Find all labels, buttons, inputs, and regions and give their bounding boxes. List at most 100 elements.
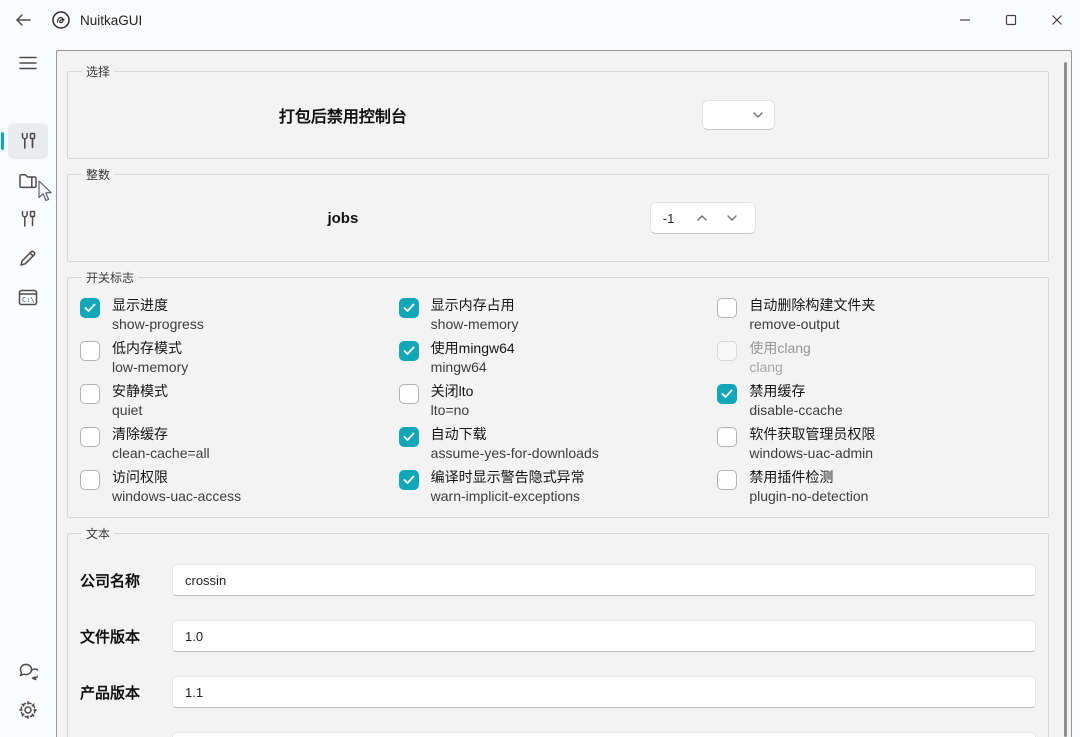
main-panel: 选择 打包后禁用控制台 整数 jobs -1 开关标志 显示进度 show-pr…: [56, 50, 1072, 737]
integer-row: jobs -1: [80, 187, 1036, 249]
flag-plugin-no-detection[interactable]: 禁用插件检测 plugin-no-detection: [717, 468, 1036, 505]
sidebar-item-edit[interactable]: [8, 240, 48, 276]
file-description-input[interactable]: 羊了个羊: [172, 732, 1036, 737]
flag-remove-output[interactable]: 自动删除构建文件夹 remove-output: [717, 296, 1036, 333]
checkbox[interactable]: [398, 427, 419, 447]
titlebar: NuitkaGUI: [0, 0, 1080, 40]
product-version-input[interactable]: 1.1: [172, 676, 1036, 708]
flag-lto-no[interactable]: 关闭lto lto=no: [398, 382, 718, 419]
flag-label-en: lto=no: [430, 402, 470, 418]
sidebar-item-advanced-options[interactable]: [8, 201, 48, 237]
section-text-legend: 文本: [86, 527, 111, 541]
checkbox[interactable]: [80, 470, 100, 490]
hamburger-menu-button[interactable]: [8, 45, 48, 81]
flag-label-zh: 安静模式: [112, 383, 168, 399]
flag-label-en: quiet: [112, 402, 143, 418]
file-version-input[interactable]: 1.0: [172, 620, 1036, 652]
section-integer: 整数 jobs -1: [67, 166, 1049, 262]
flag-show-memory[interactable]: 显示内存占用 show-memory: [398, 296, 718, 333]
minimize-button[interactable]: [942, 0, 988, 40]
product-version-label: 产品版本: [80, 684, 141, 702]
checkbox[interactable]: [398, 298, 419, 318]
checkbox[interactable]: [398, 384, 419, 404]
checkbox[interactable]: [80, 298, 100, 318]
flag-mingw64[interactable]: 使用mingw64 mingw64: [398, 339, 718, 376]
file-version-value: 1.0: [185, 628, 204, 644]
company-name-input[interactable]: crossin: [172, 564, 1036, 596]
flag-label-en: assume-yes-for-downloads: [430, 445, 599, 461]
section-flags-legend: 开关标志: [86, 271, 135, 285]
sidebar-item-settings[interactable]: [8, 692, 48, 728]
checkbox[interactable]: [717, 298, 738, 318]
sidebar-item-console[interactable]: C:\: [8, 279, 48, 315]
check-icon: [403, 475, 415, 484]
flag-warn-implicit-exceptions[interactable]: 编译时显示警告隐式异常 warn-implicit-exceptions: [398, 468, 718, 505]
jobs-spinbox[interactable]: -1: [649, 202, 756, 234]
spin-up-button[interactable]: [687, 214, 717, 222]
flag-show-progress[interactable]: 显示进度 show-progress: [80, 296, 399, 333]
flag-label-zh: 禁用缓存: [749, 383, 806, 399]
company-name-label: 公司名称: [80, 572, 141, 590]
flag-label-en: show-progress: [112, 316, 204, 332]
check-icon: [403, 432, 415, 441]
console-mode-dropdown[interactable]: [701, 100, 775, 130]
section-select: 选择 打包后禁用控制台: [67, 63, 1049, 159]
back-button[interactable]: [8, 5, 38, 35]
sidebar-item-home[interactable]: [8, 84, 48, 120]
flag-label-zh: 关闭lto: [430, 383, 474, 399]
flag-label-en: clang: [749, 359, 783, 375]
integer-row-label: jobs: [327, 209, 359, 227]
maximize-button[interactable]: [988, 0, 1034, 40]
flag-label-zh: 低内存模式: [112, 340, 182, 356]
flag-label-en: mingw64: [430, 359, 487, 375]
checkbox[interactable]: [398, 470, 419, 490]
text-row-file-description: 文件描述 羊了个羊: [80, 732, 1036, 737]
product-version-value: 1.1: [185, 684, 204, 700]
checkbox[interactable]: [80, 341, 100, 361]
chevron-up-icon: [697, 215, 707, 221]
checkbox: [717, 341, 738, 361]
flag-label-zh: 禁用插件检测: [749, 469, 834, 485]
close-button[interactable]: [1034, 0, 1080, 40]
flag-label-en: low-memory: [112, 359, 189, 375]
flag-clean-cache[interactable]: 清除缓存 clean-cache=all: [80, 425, 399, 462]
text-row-company: 公司名称 crossin: [80, 564, 1036, 596]
file-version-label: 文件版本: [80, 628, 141, 646]
checkbox[interactable]: [717, 384, 738, 404]
flag-assume-yes-for-downloads[interactable]: 自动下载 assume-yes-for-downloads: [398, 425, 718, 462]
flag-label-zh: 清除缓存: [112, 426, 168, 442]
text-row-file-version: 文件版本 1.0: [80, 620, 1036, 652]
flag-label-zh: 软件获取管理员权限: [749, 426, 876, 442]
flag-label-zh: 使用mingw64: [430, 340, 515, 356]
flag-clang: 使用clang clang: [717, 339, 1036, 376]
checkbox[interactable]: [398, 341, 419, 361]
section-flags: 开关标志 显示进度 show-progress 显示内存占用 show-memory…: [67, 269, 1049, 518]
vertical-scrollbar[interactable]: [1064, 62, 1067, 737]
flag-quiet[interactable]: 安静模式 quiet: [80, 382, 399, 419]
spin-down-button[interactable]: [717, 214, 747, 222]
checkbox[interactable]: [717, 427, 738, 447]
app-logo-icon: [50, 9, 72, 31]
flag-label-en: clean-cache=all: [112, 445, 210, 461]
svg-text:C:\: C:\: [22, 296, 35, 304]
select-row-label: 打包后禁用控制台: [278, 109, 407, 126]
checkbox[interactable]: [80, 384, 100, 404]
flag-windows-uac-admin[interactable]: 软件获取管理员权限 windows-uac-admin: [717, 425, 1036, 462]
jobs-value: -1: [662, 210, 675, 226]
app-title: NuitkaGUI: [80, 12, 143, 28]
flag-label-en: disable-ccache: [749, 402, 843, 418]
flag-windows-uac-access[interactable]: 访问权限 windows-uac-access: [80, 468, 399, 505]
flag-disable-ccache[interactable]: 禁用缓存 disable-ccache: [717, 382, 1036, 419]
flag-label-zh: 访问权限: [112, 469, 168, 485]
sidebar-item-feedback[interactable]: [8, 653, 48, 689]
flag-label-en: plugin-no-detection: [749, 488, 869, 504]
checkbox[interactable]: [717, 470, 738, 490]
text-row-product-version: 产品版本 1.1: [80, 676, 1036, 708]
checkbox[interactable]: [80, 427, 100, 447]
flag-label-zh: 显示内存占用: [430, 297, 515, 313]
flag-label-zh: 自动下载: [430, 426, 487, 442]
sidebar-item-basic-options[interactable]: [0, 123, 48, 159]
sidebar-item-files[interactable]: [8, 162, 48, 198]
flag-low-memory[interactable]: 低内存模式 low-memory: [80, 339, 399, 376]
flag-label-zh: 显示进度: [112, 297, 168, 313]
